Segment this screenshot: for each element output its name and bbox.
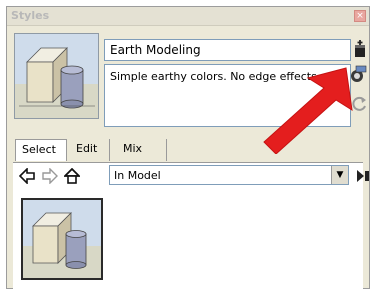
tab-select[interactable]: Select: [15, 139, 67, 161]
tab-edit[interactable]: Edit: [70, 139, 110, 161]
building-thumbnail-icon: [23, 200, 101, 278]
style-preview-thumbnail: [14, 33, 99, 119]
home-icon[interactable]: [64, 168, 80, 184]
close-icon[interactable]: ×: [354, 10, 366, 22]
tab-mix[interactable]: Mix: [117, 139, 167, 161]
details-icon[interactable]: [355, 168, 371, 184]
title-bar[interactable]: Styles ×: [7, 7, 369, 26]
red-arrow-icon: [263, 67, 353, 154]
forward-icon[interactable]: [42, 168, 58, 184]
back-icon[interactable]: [19, 168, 35, 184]
style-list-item[interactable]: [21, 198, 103, 280]
create-style-icon[interactable]: [350, 40, 368, 58]
collection-dropdown[interactable]: In Model ▼: [109, 165, 349, 185]
dropdown-arrow-icon[interactable]: ▼: [331, 166, 348, 184]
style-name-field[interactable]: Earth Modeling: [104, 39, 351, 61]
building-preview-icon: [15, 34, 98, 118]
collection-dropdown-value: In Model: [114, 169, 161, 182]
collection-nav-row: In Model ▼: [13, 165, 369, 189]
window-title: Styles: [11, 9, 50, 22]
